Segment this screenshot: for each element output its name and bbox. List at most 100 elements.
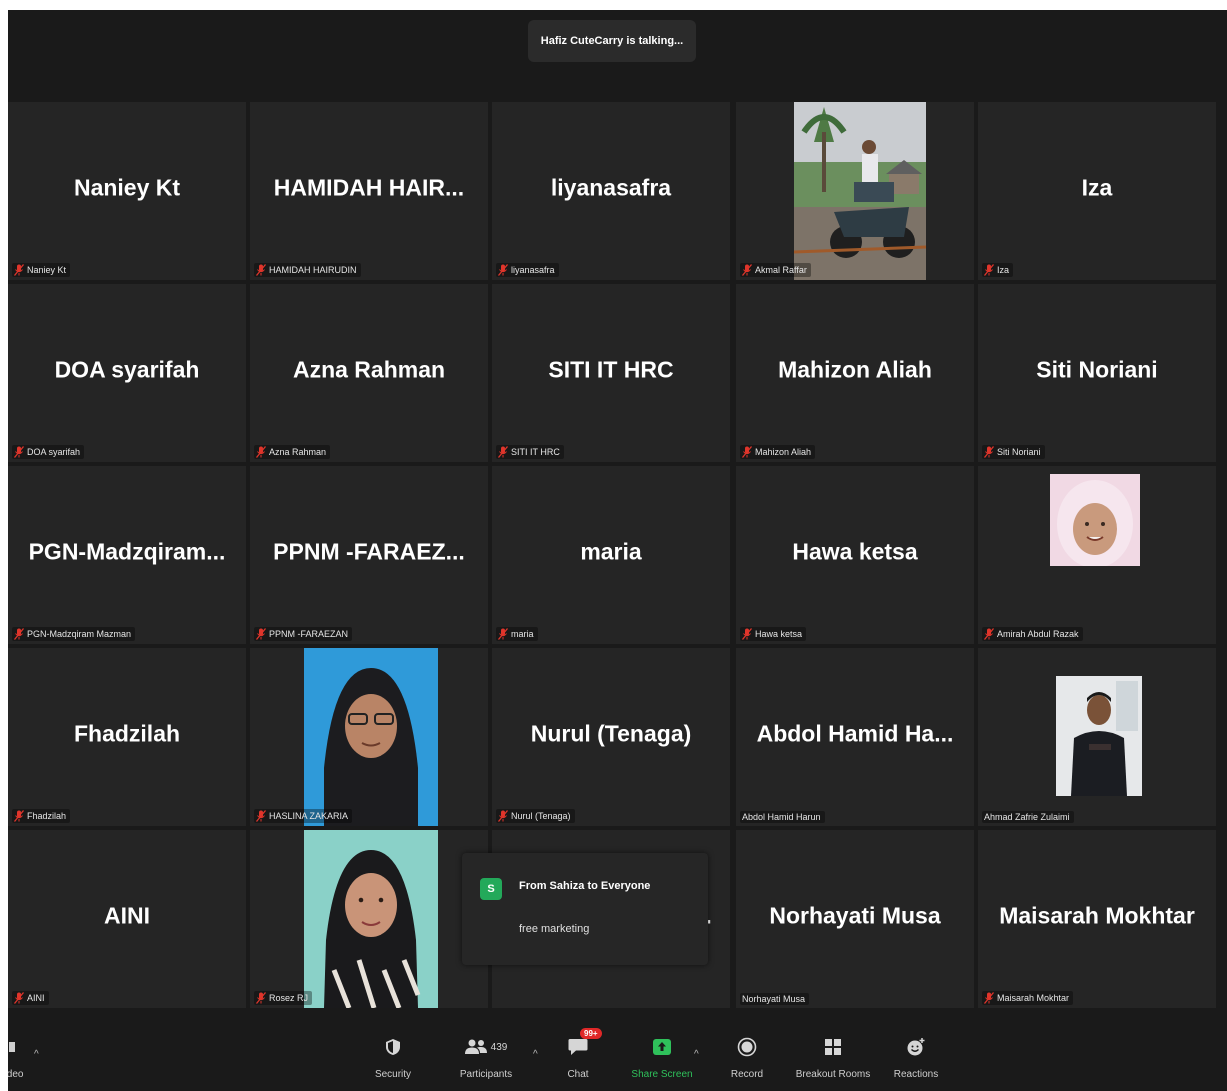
participant-name-label: Hawa ketsa (740, 627, 807, 641)
participant-display-name: Norhayati Musa (769, 902, 941, 929)
participant-name-label: Norhayati Musa (740, 993, 810, 1005)
video-label: ideo (8, 1069, 24, 1080)
participant-display-name: Siti Noriani (1036, 356, 1158, 383)
participant-tile[interactable]: Mahizon Aliah Mahizon Aliah (736, 284, 974, 462)
participant-display-name: maria (580, 538, 642, 565)
participant-name-text: Amirah Abdul Razak (997, 629, 1079, 639)
black-hijab-photo (304, 648, 438, 826)
participant-name-label: DOA syarifah (12, 445, 85, 459)
chat-sender: From Sahiza to Everyone (519, 880, 651, 892)
participant-display-name: Mahizon Aliah (778, 356, 932, 383)
share-screen-button[interactable]: Share Screen (624, 1014, 700, 1091)
participant-name-text: Akmal Raffar (755, 265, 807, 275)
participant-tile[interactable]: maria maria (492, 466, 730, 644)
participants-options-caret[interactable]: ^ (533, 1049, 538, 1060)
breakout-rooms-button[interactable]: Breakout Rooms (788, 1014, 878, 1091)
record-label: Record (730, 1069, 764, 1080)
shield-icon (385, 1034, 401, 1060)
muted-mic-icon (498, 264, 508, 276)
participant-display-name: PPNM -FARAEZ... (273, 538, 465, 565)
participant-tile[interactable]: Ahmad Zafrie Zulaimi (978, 648, 1216, 826)
participant-display-name: Fhadzilah (73, 720, 181, 747)
muted-mic-icon (14, 628, 24, 640)
participant-tile[interactable]: Rosez RJ (250, 830, 488, 1008)
share-options-caret[interactable]: ^ (694, 1049, 699, 1060)
muted-mic-icon (498, 810, 508, 822)
chat-notification[interactable]: S From Sahiza to Everyone free marketing (462, 853, 708, 965)
participant-name-text: Iza (997, 265, 1010, 275)
participant-name-label: Akmal Raffar (740, 263, 811, 277)
muted-mic-icon (256, 264, 266, 276)
participant-tile[interactable]: Hawa ketsa Hawa ketsa (736, 466, 974, 644)
participant-name-label: liyanasafra (496, 263, 559, 277)
participant-name-text: Azna Rahman (269, 447, 327, 457)
participant-name-label: Fhadzilah (12, 809, 71, 823)
participant-name-label: Nurul (Tenaga) (496, 809, 575, 823)
participant-display-name: AINI (104, 902, 150, 929)
talking-indicator: Hafiz CuteCarry is talking... (528, 20, 696, 62)
participant-tile[interactable]: Maisarah Mokhtar Maisarah Mokhtar (978, 830, 1216, 1008)
reactions-button[interactable]: Reactions (888, 1014, 944, 1091)
video-camera-icon (9, 1034, 19, 1060)
participant-name-text: liyanasafra (511, 265, 555, 275)
muted-mic-icon (742, 264, 752, 276)
participant-name-text: maria (511, 629, 534, 639)
muted-mic-icon (984, 628, 994, 640)
participant-tile[interactable]: PGN-Madzqiram... PGN-Madzqiram Mazman (8, 466, 246, 644)
participant-name-text: Hawa ketsa (755, 629, 803, 639)
participant-display-name: HAMIDAH HAIR... (273, 174, 465, 201)
participant-tile[interactable]: Fhadzilah Fhadzilah (8, 648, 246, 826)
participant-name-label: Iza (982, 263, 1014, 277)
participant-name-label: Maisarah Mokhtar (982, 991, 1074, 1005)
participant-tile[interactable]: Amirah Abdul Razak (978, 466, 1216, 644)
participant-tile[interactable]: liyanasafra liyanasafra (492, 102, 730, 280)
participant-name-label: Azna Rahman (254, 445, 331, 459)
participant-tile[interactable]: AINI AINI (8, 830, 246, 1008)
participant-tile[interactable]: Siti Noriani Siti Noriani (978, 284, 1216, 462)
participant-display-name: Maisarah Mokhtar (999, 902, 1195, 929)
participant-name-label: Rosez RJ (254, 991, 313, 1005)
chat-unread-badge: 99+ (580, 1028, 602, 1039)
muted-mic-icon (498, 628, 508, 640)
participant-tile[interactable]: PPNM -FARAEZ... PPNM -FARAEZAN (250, 466, 488, 644)
participant-name-label: Naniey Kt (12, 263, 71, 277)
participant-name-label: AINI (12, 991, 49, 1005)
participant-name-text: Maisarah Mokhtar (997, 993, 1070, 1003)
participant-tile[interactable]: Akmal Raffar (736, 102, 974, 280)
participant-name-label: PPNM -FARAEZAN (254, 627, 353, 641)
motorbike-photo (794, 102, 926, 280)
muted-mic-icon (984, 446, 994, 458)
record-button[interactable]: Record (726, 1014, 768, 1091)
muted-mic-icon (256, 446, 266, 458)
record-icon (737, 1034, 757, 1060)
participant-tile[interactable]: DOA syarifah DOA syarifah (8, 284, 246, 462)
participant-tile[interactable]: Nurul (Tenaga) Nurul (Tenaga) (492, 648, 730, 826)
participant-tile[interactable]: Norhayati Musa Norhayati Musa (736, 830, 974, 1008)
security-button[interactable]: Security (368, 1014, 418, 1091)
participant-tile[interactable]: Azna Rahman Azna Rahman (250, 284, 488, 462)
muted-mic-icon (256, 810, 266, 822)
participant-tile[interactable]: Iza Iza (978, 102, 1216, 280)
video-button[interactable]: ideo (8, 1014, 34, 1091)
chat-bubble-icon: 99+ (568, 1028, 602, 1060)
participant-tile[interactable]: SITI IT HRC SITI IT HRC (492, 284, 730, 462)
muted-mic-icon (14, 264, 24, 276)
participant-name-text: SITI IT HRC (511, 447, 560, 457)
participant-name-label: HAMIDAH HAIRUDIN (254, 263, 361, 277)
share-screen-icon (652, 1034, 672, 1060)
participants-icon: 439 (464, 1034, 508, 1060)
man-photo (1056, 676, 1142, 796)
video-options-caret[interactable]: ^ (34, 1049, 39, 1060)
muted-mic-icon (14, 446, 24, 458)
chat-button[interactable]: 99+ Chat (558, 1014, 602, 1091)
participant-name-label: Mahizon Aliah (740, 445, 816, 459)
participant-tile[interactable]: HASLINA ZAKARIA (250, 648, 488, 826)
participants-count: 439 (490, 1041, 508, 1053)
participant-name-text: Norhayati Musa (742, 994, 806, 1004)
participants-button[interactable]: 439 Participants (451, 1014, 521, 1091)
participant-tile[interactable]: Naniey Kt Naniey Kt (8, 102, 246, 280)
participant-tile[interactable]: HAMIDAH HAIR... HAMIDAH HAIRUDIN (250, 102, 488, 280)
participant-name-text: PPNM -FARAEZAN (269, 629, 349, 639)
participant-name-label: SITI IT HRC (496, 445, 564, 459)
participant-tile[interactable]: Abdol Hamid Ha... Abdol Hamid Harun (736, 648, 974, 826)
